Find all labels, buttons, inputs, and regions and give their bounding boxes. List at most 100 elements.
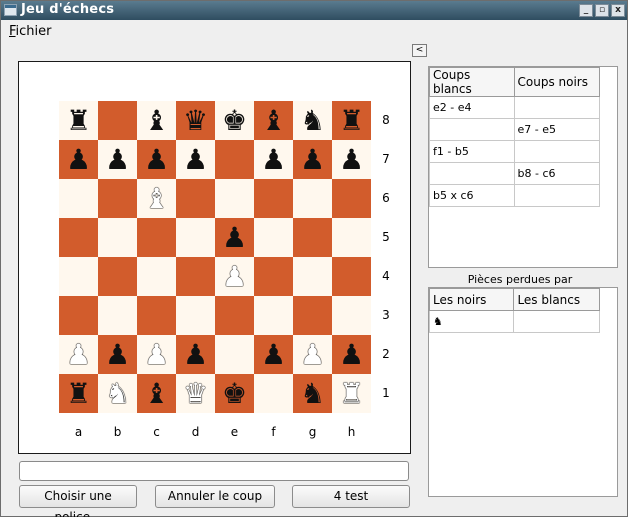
square-e8[interactable]: ♚	[215, 101, 254, 140]
square-f1[interactable]	[254, 374, 293, 413]
close-button[interactable]: x	[611, 4, 625, 17]
square-h3[interactable]	[332, 296, 371, 335]
square-g1[interactable]: ♞	[293, 374, 332, 413]
square-b2[interactable]: ♟	[98, 335, 137, 374]
square-g3[interactable]	[293, 296, 332, 335]
square-d8[interactable]: ♛	[176, 101, 215, 140]
black-bishop-icon[interactable]: ♝	[144, 106, 169, 135]
square-g5[interactable]	[293, 218, 332, 257]
square-c5[interactable]	[137, 218, 176, 257]
table-row[interactable]: b8 - c6	[429, 162, 601, 185]
maximize-button[interactable]: ▫	[595, 4, 609, 17]
square-a1[interactable]: ♜	[59, 374, 98, 413]
black-pawn-icon[interactable]: ♟	[261, 145, 286, 174]
table-cell[interactable]: f1 - b5	[429, 140, 515, 163]
square-a2[interactable]: ♟	[59, 335, 98, 374]
square-h1[interactable]: ♜	[332, 374, 371, 413]
square-b1[interactable]: ♞	[98, 374, 137, 413]
table-row[interactable]: b5 x c6	[429, 184, 601, 207]
square-d7[interactable]: ♟	[176, 140, 215, 179]
white-pawn-icon[interactable]: ♟	[222, 262, 247, 291]
square-f6[interactable]	[254, 179, 293, 218]
square-d1[interactable]: ♛	[176, 374, 215, 413]
square-d5[interactable]	[176, 218, 215, 257]
white-pawn-icon[interactable]: ♟	[300, 340, 325, 369]
square-g8[interactable]: ♞	[293, 101, 332, 140]
square-a4[interactable]	[59, 257, 98, 296]
choose-font-button[interactable]: Choisir une police...	[19, 485, 137, 517]
square-g4[interactable]	[293, 257, 332, 296]
square-a6[interactable]	[59, 179, 98, 218]
white-queen-icon[interactable]: ♛	[183, 379, 208, 408]
square-h5[interactable]	[332, 218, 371, 257]
square-b6[interactable]	[98, 179, 137, 218]
square-f5[interactable]	[254, 218, 293, 257]
square-h4[interactable]	[332, 257, 371, 296]
table-cell[interactable]	[513, 184, 601, 207]
black-queen-icon[interactable]: ♛	[183, 106, 208, 135]
black-pawn-icon[interactable]: ♟	[300, 145, 325, 174]
white-bishop-icon[interactable]: ♝	[144, 184, 169, 213]
white-knight-icon[interactable]: ♞	[105, 379, 130, 408]
square-e5[interactable]: ♟	[215, 218, 254, 257]
title-bar[interactable]: Jeu d'échecs _ ▫ x	[1, 1, 627, 20]
square-a8[interactable]: ♜	[59, 101, 98, 140]
square-b8[interactable]	[98, 101, 137, 140]
table-row[interactable]: e7 - e5	[429, 118, 601, 141]
square-e4[interactable]: ♟	[215, 257, 254, 296]
black-pawn-icon[interactable]: ♟	[144, 145, 169, 174]
square-b5[interactable]	[98, 218, 137, 257]
square-e7[interactable]	[215, 140, 254, 179]
table-cell[interactable]	[429, 162, 515, 185]
black-pawn-icon[interactable]: ♟	[261, 340, 286, 369]
black-pawn-icon[interactable]: ♟	[183, 340, 208, 369]
black-rook-icon[interactable]: ♜	[339, 106, 364, 135]
square-c6[interactable]: ♝	[137, 179, 176, 218]
black-king-icon[interactable]: ♚	[222, 379, 247, 408]
column-header[interactable]: Les blancs	[513, 288, 600, 311]
black-pawn-icon[interactable]: ♟	[105, 145, 130, 174]
command-input[interactable]	[19, 461, 409, 481]
square-c4[interactable]	[137, 257, 176, 296]
table-cell[interactable]: e2 - e4	[429, 96, 515, 119]
square-c2[interactable]: ♟	[137, 335, 176, 374]
table-row[interactable]: f1 - b5	[429, 140, 601, 163]
square-e6[interactable]	[215, 179, 254, 218]
black-pawn-icon[interactable]: ♟	[105, 340, 130, 369]
square-d2[interactable]: ♟	[176, 335, 215, 374]
square-e1[interactable]: ♚	[215, 374, 254, 413]
square-h7[interactable]: ♟	[332, 140, 371, 179]
square-d4[interactable]	[176, 257, 215, 296]
square-c8[interactable]: ♝	[137, 101, 176, 140]
square-c7[interactable]: ♟	[137, 140, 176, 179]
white-rook-icon[interactable]: ♜	[339, 379, 364, 408]
black-pawn-icon[interactable]: ♟	[339, 145, 364, 174]
white-pawn-icon[interactable]: ♟	[144, 340, 169, 369]
square-h2[interactable]: ♟	[332, 335, 371, 374]
square-b7[interactable]: ♟	[98, 140, 137, 179]
black-knight-icon[interactable]: ♞	[300, 379, 325, 408]
square-b3[interactable]	[98, 296, 137, 335]
table-row[interactable]: e2 - e4	[429, 96, 601, 119]
column-header[interactable]: Coups blancs	[429, 67, 515, 97]
table-row[interactable]: ♞	[428, 310, 600, 333]
square-f3[interactable]	[254, 296, 293, 335]
table-cell[interactable]	[513, 96, 601, 119]
square-e3[interactable]	[215, 296, 254, 335]
square-f8[interactable]: ♝	[254, 101, 293, 140]
undo-move-button[interactable]: Annuler le coup	[155, 485, 275, 508]
white-pawn-icon[interactable]: ♟	[66, 340, 91, 369]
table-cell[interactable]: e7 - e5	[513, 118, 601, 141]
table-cell[interactable]: b8 - c6	[513, 162, 601, 185]
square-f7[interactable]: ♟	[254, 140, 293, 179]
square-g2[interactable]: ♟	[293, 335, 332, 374]
black-pawn-icon[interactable]: ♟	[66, 145, 91, 174]
table-cell[interactable]	[513, 140, 601, 163]
chessboard[interactable]: ♜ ♝ ♛ ♚ ♝ ♞ ♜ ♟ ♟ ♟ ♟ ♟ ♟ ♟ ♝ ♟ ♟ ♟ ♟ ♟ ♟ ♟ ♟ ♟ ♜ ♞ ♝ ♛ ♚ ♞ ♜	[59, 101, 371, 413]
column-header[interactable]: Coups noirs	[513, 67, 601, 97]
black-rook-icon[interactable]: ♜	[66, 106, 91, 135]
square-g7[interactable]: ♟	[293, 140, 332, 179]
square-b4[interactable]	[98, 257, 137, 296]
black-pawn-icon[interactable]: ♟	[222, 223, 247, 252]
square-a5[interactable]	[59, 218, 98, 257]
